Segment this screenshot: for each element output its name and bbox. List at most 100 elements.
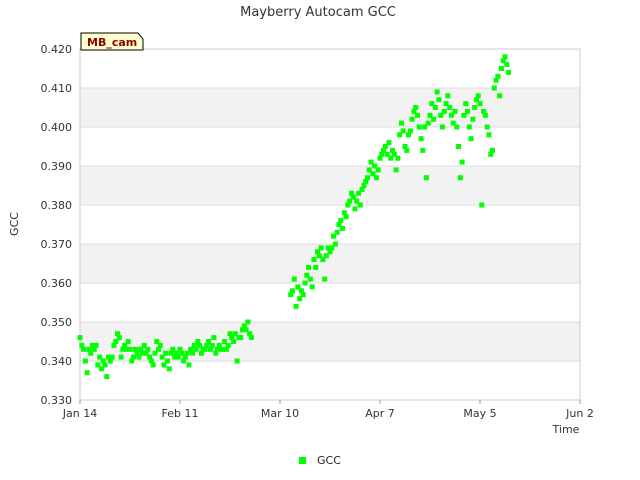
data-point xyxy=(231,339,237,344)
data-point xyxy=(109,354,115,360)
data-point xyxy=(486,132,492,138)
y-tick-label: 0.380 xyxy=(41,199,73,212)
data-point xyxy=(413,105,419,110)
data-point xyxy=(470,116,476,122)
data-point xyxy=(477,101,483,107)
data-point xyxy=(407,128,413,134)
x-tick-label: Apr 7 xyxy=(365,407,395,420)
data-point xyxy=(77,335,83,341)
data-point xyxy=(157,342,163,348)
data-point xyxy=(104,374,110,380)
data-point xyxy=(332,241,338,247)
data-point xyxy=(432,105,438,110)
x-axis-ticks: Jan 14 Feb 11 Mar 10 Apr 7 May 5 Jun 2 xyxy=(62,400,594,420)
data-point xyxy=(291,276,297,282)
data-point xyxy=(165,358,170,364)
legend-swatch xyxy=(299,457,306,464)
data-point xyxy=(306,264,312,270)
data-point xyxy=(445,93,451,99)
x-tick-label: Jan 14 xyxy=(62,407,97,420)
data-point xyxy=(127,346,133,352)
data-point xyxy=(293,303,299,309)
data-point xyxy=(340,225,345,231)
data-point xyxy=(393,167,399,173)
data-point xyxy=(82,358,88,364)
x-tick-label: Mar 10 xyxy=(261,407,299,420)
data-point xyxy=(145,346,151,352)
plot-bands xyxy=(80,88,580,361)
data-point xyxy=(125,339,131,344)
y-axis-title: GCC xyxy=(8,212,21,236)
data-point xyxy=(415,112,420,118)
data-point xyxy=(466,124,472,130)
data-point xyxy=(245,319,251,325)
data-point xyxy=(459,159,465,165)
data-point xyxy=(352,206,358,212)
data-point xyxy=(234,358,240,364)
data-point xyxy=(400,128,406,134)
data-point xyxy=(404,147,410,153)
chart-title: Mayberry Autocam GCC xyxy=(240,5,396,20)
data-point xyxy=(209,342,215,348)
data-point xyxy=(431,116,437,122)
data-point xyxy=(116,335,122,341)
data-point xyxy=(436,97,442,103)
data-point xyxy=(248,335,254,341)
data-point xyxy=(311,257,317,263)
data-point xyxy=(490,147,495,153)
y-tick-label: 0.370 xyxy=(41,238,73,251)
data-point xyxy=(440,124,445,130)
data-point xyxy=(302,280,308,286)
y-tick-label: 0.410 xyxy=(41,82,73,95)
data-point xyxy=(318,245,324,251)
site-tag-label: MB_cam xyxy=(87,36,137,49)
data-point xyxy=(211,335,217,341)
x-tick-label: May 5 xyxy=(463,407,496,420)
data-point xyxy=(423,175,429,181)
data-point xyxy=(163,350,169,356)
data-point xyxy=(322,276,328,282)
plot-band xyxy=(80,88,580,127)
y-tick-label: 0.350 xyxy=(41,316,73,329)
y-tick-label: 0.330 xyxy=(41,394,73,407)
y-tick-label: 0.420 xyxy=(41,43,73,56)
site-tag: MB_cam xyxy=(80,32,144,51)
data-point xyxy=(482,112,488,118)
data-point xyxy=(395,155,401,161)
data-point xyxy=(307,276,313,282)
data-point xyxy=(465,108,470,114)
x-tick-label: Jun 2 xyxy=(565,407,594,420)
data-point xyxy=(425,120,431,126)
x-axis-title: Time xyxy=(552,423,580,436)
data-point xyxy=(118,354,124,360)
data-point xyxy=(495,73,501,79)
data-point xyxy=(418,136,424,142)
chart-svg: 0.330 0.340 0.350 0.360 0.370 0.380 0.390 0.400… xyxy=(8,5,594,467)
data-point xyxy=(452,108,458,114)
data-point xyxy=(357,202,363,208)
data-point xyxy=(454,124,460,130)
chart-root: 0.330 0.340 0.350 0.360 0.370 0.380 0.390 0.400… xyxy=(0,0,640,480)
data-point xyxy=(398,120,404,126)
data-point xyxy=(468,136,474,142)
y-tick-label: 0.390 xyxy=(41,160,73,173)
data-point xyxy=(416,124,422,130)
legend-label: GCC xyxy=(317,454,341,467)
data-point xyxy=(93,342,99,348)
data-point xyxy=(457,175,463,181)
y-axis-ticks: 0.330 0.340 0.350 0.360 0.370 0.380 0.390 0.400… xyxy=(41,43,73,407)
data-point xyxy=(375,167,381,173)
data-point xyxy=(166,366,172,372)
data-point xyxy=(504,62,510,68)
plot-band xyxy=(80,166,580,205)
data-point xyxy=(150,362,156,368)
data-point xyxy=(498,66,504,71)
data-point xyxy=(441,108,447,114)
data-point xyxy=(373,175,379,181)
data-point xyxy=(456,144,462,149)
data-point xyxy=(238,335,244,341)
data-point xyxy=(491,85,497,91)
data-point xyxy=(225,342,231,348)
data-point xyxy=(309,284,315,290)
data-point xyxy=(497,93,503,99)
